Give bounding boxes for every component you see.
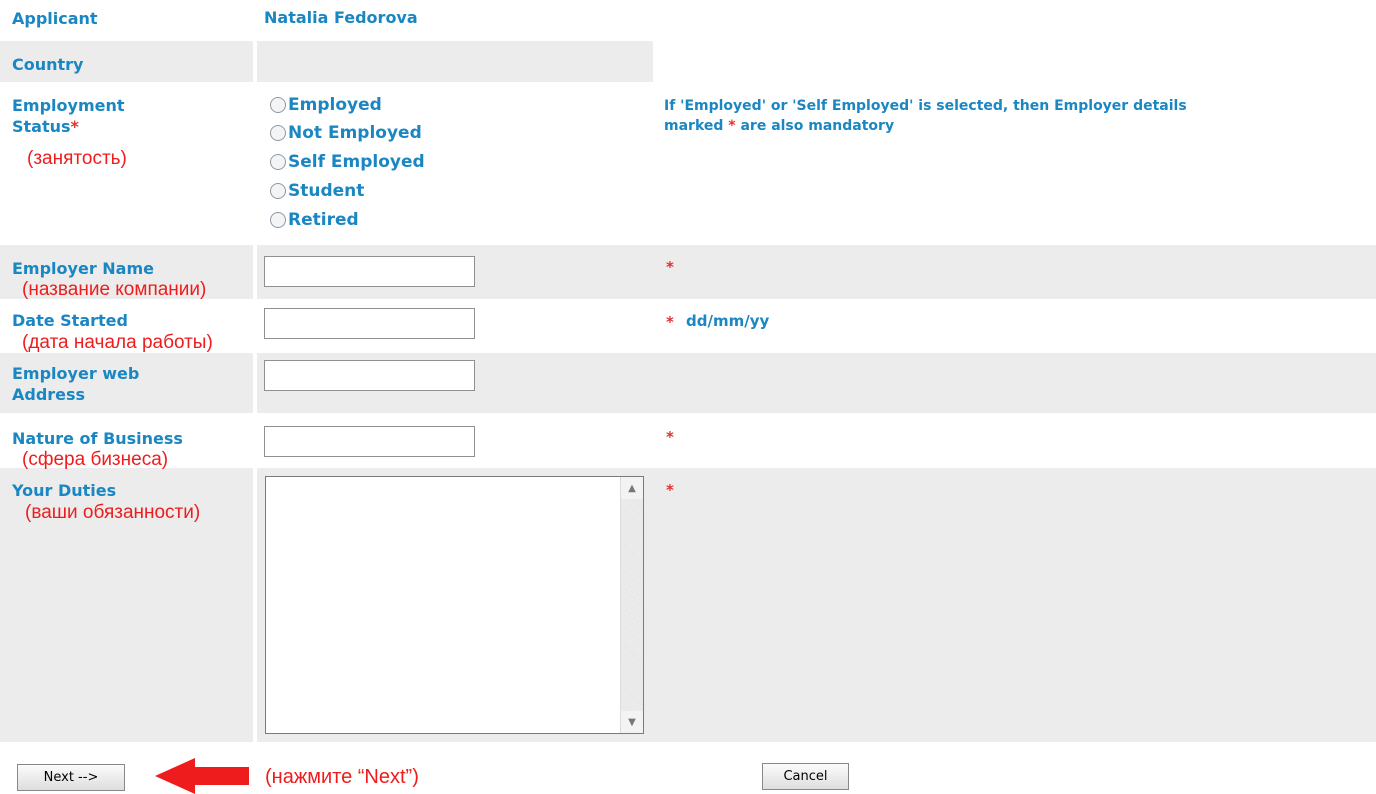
required-mark: * (70, 117, 79, 136)
country-label: Country (12, 55, 84, 74)
column-gap (253, 353, 257, 413)
column-gap (253, 41, 257, 82)
country-row-bg (0, 41, 653, 82)
employer-web-label-line1: Employer web (12, 364, 140, 383)
nature-of-business-ru-note: (сфера бизнеса) (22, 449, 169, 470)
date-started-format-hint: dd/mm/yy (686, 312, 770, 330)
radio-circle-icon[interactable] (270, 212, 286, 228)
your-duties-ru-note: (ваши обязанности) (25, 502, 201, 523)
applicant-label: Applicant (12, 9, 98, 28)
your-duties-label: Your Duties (12, 481, 117, 500)
employment-status-label-line2: Status (12, 117, 71, 136)
radio-label-student: Student (288, 181, 365, 201)
employer-name-ru-note: (название компании) (22, 279, 207, 300)
scroll-down-icon[interactable]: ▼ (621, 711, 643, 733)
scroll-up-icon[interactable]: ▲ (621, 477, 643, 499)
radio-employed[interactable]: Employed (270, 91, 382, 119)
employment-note-star: * (728, 118, 736, 134)
column-gap (253, 468, 257, 742)
radio-self-employed[interactable]: Self Employed (270, 148, 425, 176)
textarea-scrollbar[interactable]: ▲ ▼ (620, 477, 643, 733)
employment-note: If 'Employed' or 'Self Employed' is sele… (664, 96, 1187, 136)
employer-name-label: Employer Name (12, 259, 154, 278)
employer-web-row-bg (0, 353, 1376, 413)
employment-status-ru-note: (занятость) (27, 148, 127, 169)
radio-label-not-employed: Not Employed (288, 123, 422, 143)
employer-name-row-bg (0, 245, 1376, 299)
date-started-required-mark: * (666, 313, 674, 331)
employer-name-input[interactable] (264, 256, 475, 287)
employer-web-label-line2: Address (12, 385, 86, 404)
nature-of-business-label: Nature of Business (12, 429, 183, 448)
radio-label-retired: Retired (288, 210, 359, 230)
next-button[interactable]: Next --> (17, 764, 125, 791)
employment-status-label: Employment Status* (12, 95, 125, 137)
radio-circle-icon[interactable] (270, 154, 286, 170)
column-gap (253, 245, 257, 299)
radio-circle-icon[interactable] (270, 125, 286, 141)
date-started-ru-note: (дата начала работы) (22, 332, 213, 353)
employment-note-line2-post: are also mandatory (740, 118, 895, 134)
date-started-label: Date Started (12, 311, 128, 330)
your-duties-row-bg (0, 468, 1376, 742)
radio-circle-icon[interactable] (270, 97, 286, 113)
radio-label-self-employed: Self Employed (288, 152, 425, 172)
radio-not-employed[interactable]: Not Employed (270, 119, 422, 147)
radio-circle-icon[interactable] (270, 183, 286, 199)
nature-of-business-input[interactable] (264, 426, 475, 457)
employer-web-input[interactable] (264, 360, 475, 391)
radio-retired[interactable]: Retired (270, 206, 359, 234)
employment-note-line2-pre: marked (664, 118, 724, 134)
cancel-button[interactable]: Cancel (762, 763, 849, 790)
red-left-arrow-icon (155, 758, 249, 794)
date-started-input[interactable] (264, 308, 475, 339)
employment-note-line1: If 'Employed' or 'Self Employed' is sele… (664, 98, 1187, 114)
applicant-name: Natalia Fedorova (264, 8, 418, 27)
employer-web-label: Employer web Address (12, 363, 139, 405)
employment-status-label-line1: Employment (12, 96, 125, 115)
your-duties-required-mark: * (666, 481, 674, 499)
radio-label-employed: Employed (288, 95, 382, 115)
next-ru-note: (нажмите “Next”) (265, 766, 419, 788)
radio-student[interactable]: Student (270, 177, 364, 205)
your-duties-textarea[interactable]: ▲ ▼ (265, 476, 644, 734)
nature-of-business-required-mark: * (666, 428, 674, 446)
employer-name-required-mark: * (666, 258, 674, 276)
